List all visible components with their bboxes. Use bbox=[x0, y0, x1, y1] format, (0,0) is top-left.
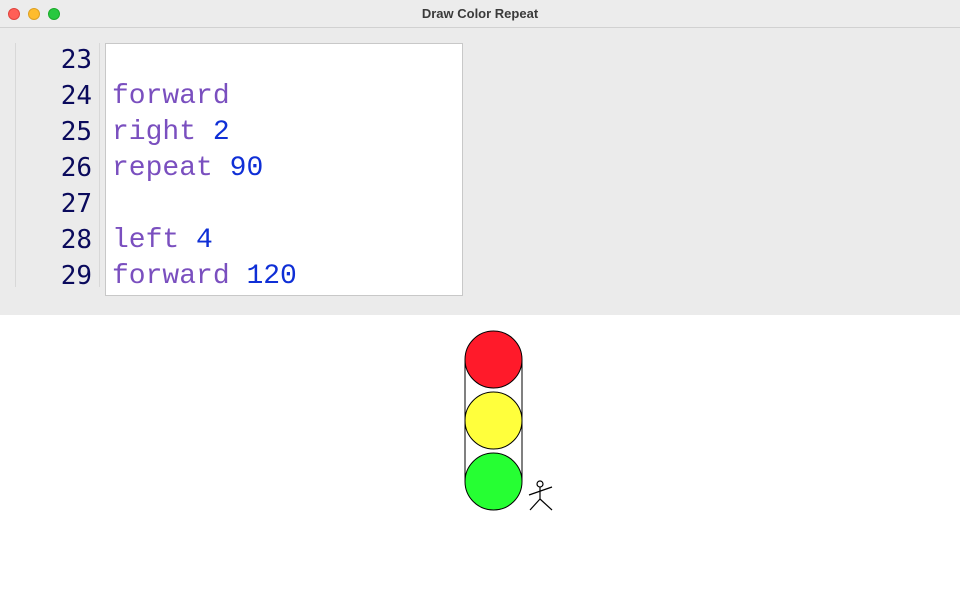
code-keyword: right bbox=[112, 117, 197, 148]
stick-figure-icon bbox=[528, 480, 553, 511]
title-bar: Draw Color Repeat bbox=[0, 0, 960, 28]
code-line[interactable]: left 4 bbox=[112, 223, 213, 259]
line-number-gutter: 23 24 25 26 27 28 29 bbox=[15, 43, 100, 291]
code-keyword: forward bbox=[112, 261, 230, 292]
code-keyword: left bbox=[112, 225, 180, 256]
red-light bbox=[464, 330, 523, 389]
code-argument: 2 bbox=[212, 117, 230, 148]
code-keyword: forward bbox=[112, 81, 230, 112]
drawing-svg bbox=[464, 330, 553, 511]
code-line[interactable]: repeat 90 bbox=[112, 151, 263, 187]
code-keyword: repeat bbox=[112, 153, 213, 184]
code-line[interactable]: right 2 bbox=[112, 115, 230, 151]
line-number: 24 bbox=[60, 81, 92, 111]
line-number: 28 bbox=[60, 225, 92, 255]
editor-area: 23 24 25 26 27 28 29 forward right 2 rep… bbox=[0, 28, 960, 315]
code-argument: 90 bbox=[229, 153, 264, 184]
line-number: 27 bbox=[60, 189, 92, 219]
drawing-canvas bbox=[0, 315, 960, 600]
code-line[interactable]: forward 120 bbox=[112, 259, 297, 295]
green-light bbox=[464, 452, 523, 511]
app-window: Draw Color Repeat 23 24 25 26 27 28 29 f… bbox=[0, 0, 960, 600]
window-title: Draw Color Repeat bbox=[421, 6, 539, 21]
code-argument: 120 bbox=[246, 261, 297, 292]
line-number: 26 bbox=[60, 153, 92, 183]
line-number: 29 bbox=[60, 261, 92, 291]
line-number: 25 bbox=[60, 117, 92, 147]
code-editor[interactable]: forward right 2 repeat 90 left 4 forward… bbox=[105, 43, 463, 296]
line-number: 23 bbox=[60, 45, 92, 75]
code-line[interactable]: forward bbox=[112, 79, 230, 115]
yellow-light bbox=[464, 391, 523, 450]
code-argument: 4 bbox=[196, 225, 213, 256]
